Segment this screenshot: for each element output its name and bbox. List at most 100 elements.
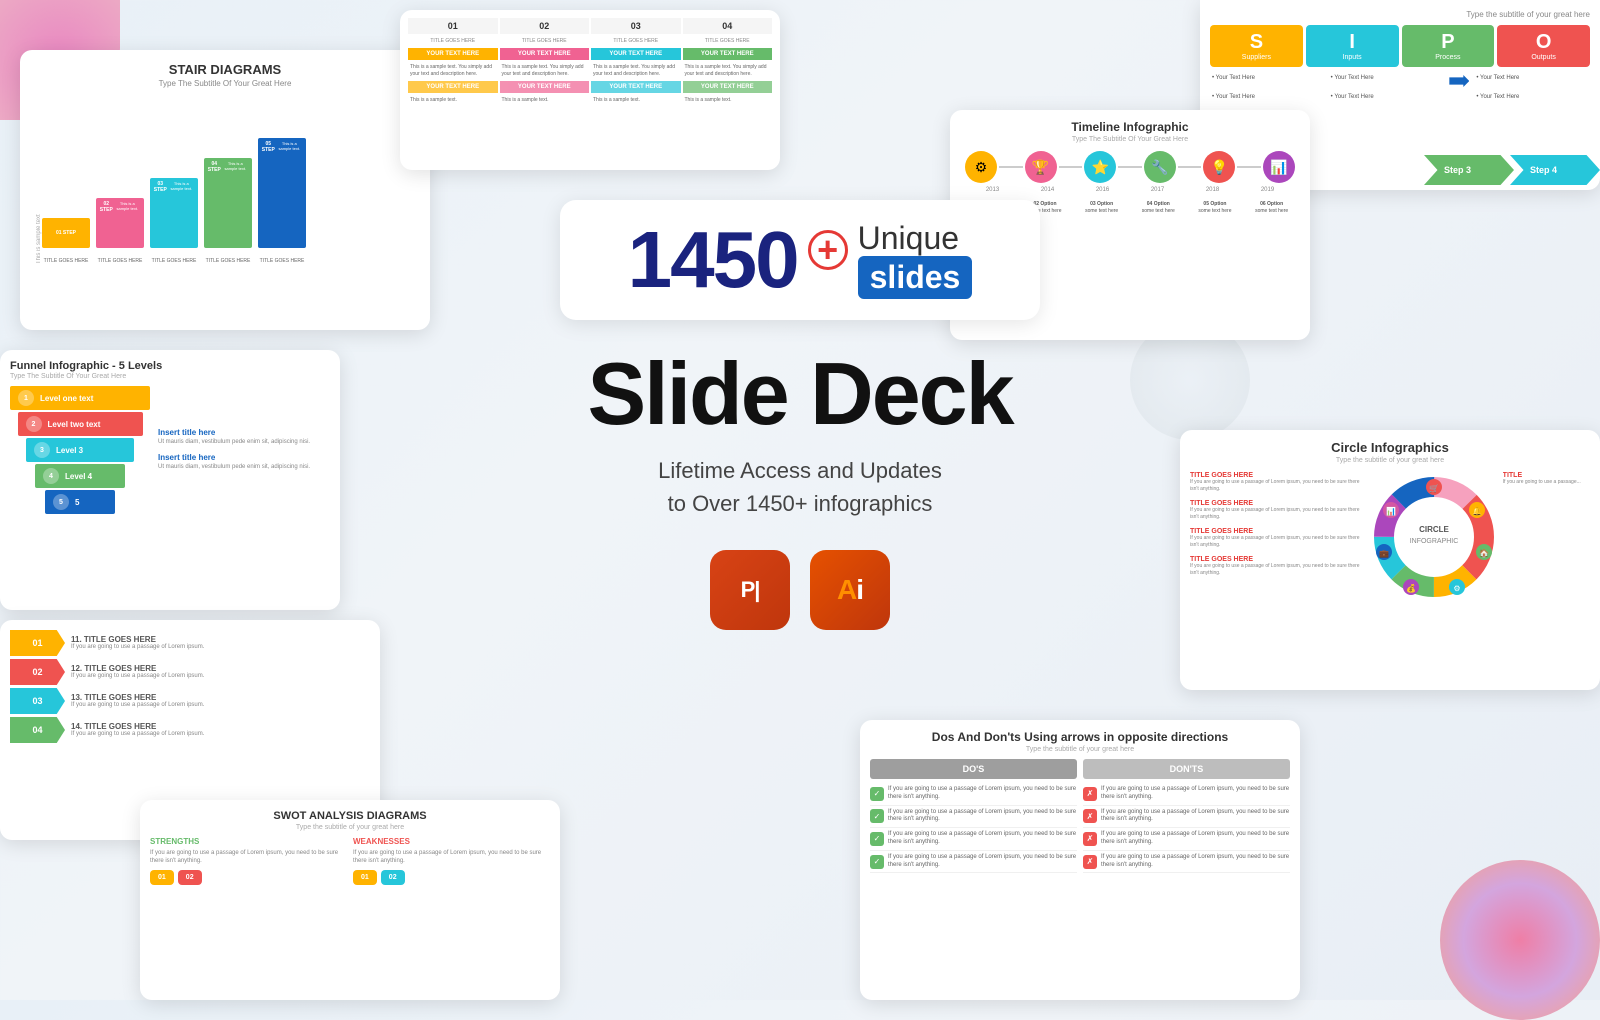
stair-chart-area: This is sample text 01 STEP 02 STEPThis … — [32, 94, 418, 264]
arrow-text-1: 11. TITLE GOES HERE If you are going to … — [71, 635, 204, 651]
timeline-icon-4: 🔧 — [1144, 151, 1176, 183]
ppt-inner: P| — [741, 577, 760, 603]
arrow-body-3: If you are going to use a passage of Lor… — [71, 702, 204, 709]
funnel-subtitle: Type The Subtitle Of Your Great Here — [10, 373, 330, 380]
table-cell-2: YOUR TEXT HERE — [500, 48, 590, 60]
donts-check-3: ✗ — [1083, 832, 1097, 846]
funnel-shape: 1Level one text 2Level two text 3Level 3… — [10, 386, 150, 514]
illustrator-icon[interactable]: Ai — [810, 550, 890, 630]
arrow-text-2: 12. TITLE GOES HERE If you are going to … — [71, 664, 204, 680]
stair-box-4: 04 STEPThis is a sample text. — [204, 158, 252, 248]
dos-text-1: If you are going to use a passage of Lor… — [888, 786, 1077, 802]
sipo-i-letter: I — [1312, 31, 1393, 54]
arrow-title-3: 13. TITLE GOES HERE — [71, 693, 204, 702]
swot-weaknesses-desc: If you are going to use a passage of Lor… — [353, 850, 550, 866]
circle-item-2-title: TITLE GOES HERE — [1190, 500, 1365, 507]
year-2017: 2017 — [1142, 187, 1174, 193]
donts-text-3: If you are going to use a passage of Lor… — [1101, 831, 1290, 847]
stair-col-label-2: TITLE GOES HERE — [96, 258, 144, 264]
stair-y-label: This is sample text — [32, 94, 42, 264]
circle-item-1: TITLE GOES HERE If you are going to use … — [1190, 472, 1365, 492]
svg-text:CIRCLE: CIRCLE — [1419, 525, 1449, 534]
sipo-arrow — [1447, 73, 1471, 89]
table-text-2: This is a sample text. You simply add yo… — [500, 62, 590, 79]
funnel-preview: Funnel Infographic - 5 Levels Type The S… — [0, 350, 340, 610]
donts-text-2: If you are going to use a passage of Lor… — [1101, 809, 1290, 825]
donts-row-4: ✗ If you are going to use a passage of L… — [1083, 851, 1290, 874]
arrow-text-3: 13. TITLE GOES HERE If you are going to … — [71, 693, 204, 709]
stair-box-5: 05 STEPThis is a sample text. — [258, 138, 306, 248]
donts-row-2: ✗ If you are going to use a passage of L… — [1083, 806, 1290, 829]
sipo-row2-c1: • Your Text Here — [1210, 92, 1326, 102]
funnel-item-1: Insert title here Ut mauris diam, vestib… — [158, 428, 330, 447]
sipo-i-label: Inputs — [1312, 54, 1393, 61]
stair-box-1: 01 STEP — [42, 218, 90, 248]
stair-step-3: 03 STEPThis is a sample text. — [150, 178, 198, 248]
sipo-i: I Inputs — [1306, 25, 1399, 67]
sipo-row1-c2: • Your Text Here — [1329, 73, 1445, 89]
arrow-row-1: 01 11. TITLE GOES HERE If you are going … — [10, 630, 370, 656]
dos-row-3: ✓ If you are going to use a passage of L… — [870, 828, 1077, 851]
timeline-title: Timeline Infographic — [960, 120, 1300, 134]
table-text-4b: This is a sample text. — [683, 95, 773, 106]
sipo-row1-c3: • Your Text Here — [1474, 73, 1590, 89]
table-cell-2b: YOUR TEXT HERE — [500, 81, 590, 93]
dos-subtitle: Type the subtitle of your great here — [870, 746, 1290, 753]
stair-step-2: 02 STEPThis is a sample text. — [96, 198, 144, 248]
funnel-level-2: 2Level two text — [18, 412, 143, 436]
table-num-2: 02 — [500, 18, 590, 34]
subtitle: Lifetime Access and Updates to Over 1450… — [560, 454, 1040, 520]
sipo-s-label: Suppliers — [1216, 54, 1297, 61]
funnel-level-5: 55 — [45, 490, 115, 514]
sipo-row1-c1: • Your Text Here — [1210, 73, 1326, 89]
year-2014: 2014 — [1032, 187, 1064, 193]
ai-letter-i: i — [856, 574, 863, 605]
dos-check-3: ✓ — [870, 832, 884, 846]
circle-right-item-1: TITLE If you are going to use a passage.… — [1503, 472, 1590, 486]
arrow-1: 01 — [10, 630, 65, 656]
svg-text:💰: 💰 — [1406, 583, 1416, 593]
arrow-4: 04 — [10, 717, 65, 743]
slides-label: slides — [858, 256, 973, 298]
circle-item-4-body: If you are going to use a passage of Lor… — [1190, 563, 1365, 576]
sipo-o-label: Outputs — [1503, 54, 1584, 61]
svg-text:📊: 📊 — [1386, 506, 1396, 516]
table-grid: 01 02 03 04 TITLE GOES HERE TITLE GOES H… — [408, 18, 772, 106]
circle-right-title-1: TITLE — [1503, 472, 1590, 479]
sipo-boxes: S Suppliers I Inputs P Process O Outputs — [1210, 25, 1590, 67]
timeline-line-2 — [1059, 166, 1083, 168]
year-2013: 2013 — [977, 187, 1009, 193]
sipo-s: S Suppliers — [1210, 25, 1303, 67]
stair-step-4: 04 STEPThis is a sample text. — [204, 158, 252, 248]
powerpoint-icon[interactable]: P| — [710, 550, 790, 630]
circle-item-2: TITLE GOES HERE If you are going to use … — [1190, 500, 1365, 520]
table-cell-4b: YOUR TEXT HERE — [683, 81, 773, 93]
circle-item-2-body: If you are going to use a passage of Lor… — [1190, 507, 1365, 520]
timeline-icon-2: 🏆 — [1025, 151, 1057, 183]
svg-text:⚙: ⚙ — [1453, 584, 1460, 593]
table-text-4: This is a sample text. You simply add yo… — [683, 62, 773, 79]
timeline-icons: ⚙ 🏆 ⭐ 🔧 💡 📊 — [960, 151, 1300, 183]
swot-s-num-2: 02 — [178, 870, 202, 885]
svg-text:INFOGRAPHIC: INFOGRAPHIC — [1409, 538, 1458, 545]
table-cell-1: YOUR TEXT HERE — [408, 48, 498, 60]
timeline-subtitle: Type The Subtitle Of Your Great Here — [960, 136, 1300, 143]
table-num-1: 01 — [408, 18, 498, 34]
circle-svg: CIRCLE INFOGRAPHIC 🛒 🔔 🏠 ⚙ 💰 💼 📊 — [1369, 472, 1499, 602]
table-num-4: 04 — [683, 18, 773, 34]
timeline-line-5 — [1237, 166, 1261, 168]
table-text-2b: This is a sample text. — [500, 95, 590, 106]
sipo-p-letter: P — [1408, 31, 1489, 54]
circle-item-3-title: TITLE GOES HERE — [1190, 528, 1365, 535]
swot-s-items: 01 02 — [150, 870, 347, 885]
table-title-2: TITLE GOES HERE — [500, 36, 590, 46]
stair-box-3: 03 STEPThis is a sample text. — [150, 178, 198, 248]
dos-preview: Dos And Don'ts Using arrows in opposite … — [860, 720, 1300, 1000]
funnel-text-items: Insert title here Ut mauris diam, vestib… — [158, 386, 330, 514]
option-5: 05 Optionsome text here — [1190, 201, 1240, 215]
swot-preview: SWOT ANALYSIS DIAGRAMS Type the subtitle… — [140, 800, 560, 1000]
arrow-body-4: If you are going to use a passage of Lor… — [71, 731, 204, 738]
sipo-row2-arrow — [1447, 92, 1471, 102]
ai-letter-a: A — [837, 574, 856, 605]
donts-check-4: ✗ — [1083, 855, 1097, 869]
